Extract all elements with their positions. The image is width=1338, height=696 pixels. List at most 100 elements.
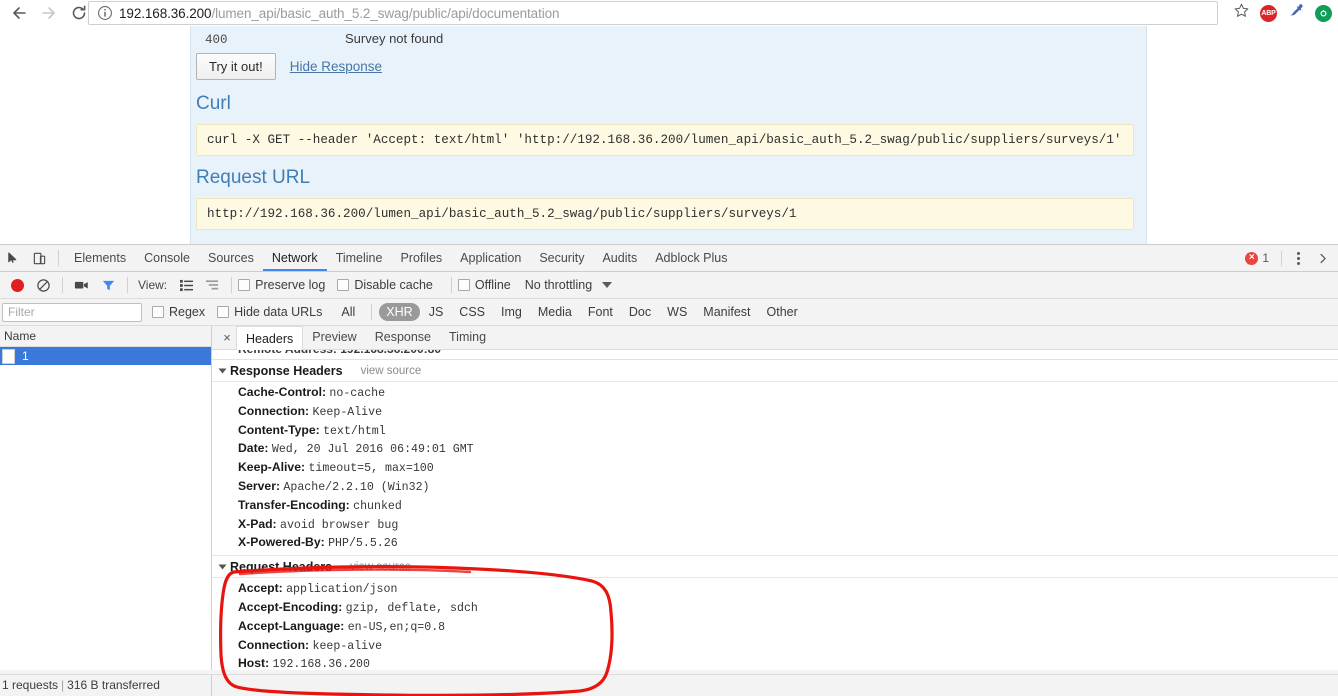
request-list-column-header[interactable]: Name	[0, 326, 211, 347]
tab-preview[interactable]: Preview	[303, 326, 365, 349]
filter-input[interactable]	[2, 302, 142, 322]
url-path: /lumen_api/basic_auth_5.2_swag/public/ap…	[211, 5, 560, 21]
offline-box	[457, 279, 470, 291]
back-button[interactable]	[4, 1, 34, 25]
response-headers-list: Cache-Control: no-cache Connection: Keep…	[212, 382, 1338, 555]
header-row: Cache-Control: no-cache	[212, 384, 1338, 403]
tab-timing[interactable]: Timing	[440, 326, 495, 349]
header-row: Accept-Language: en-US,en;q=0.8	[212, 618, 1338, 637]
type-filter-ws[interactable]: WS	[660, 303, 694, 321]
tab-sources[interactable]: Sources	[199, 245, 263, 271]
view-list-icon[interactable]	[173, 272, 199, 298]
type-filter-img[interactable]: Img	[494, 303, 529, 321]
inspect-element-icon[interactable]	[0, 245, 26, 271]
tab-application[interactable]: Application	[451, 245, 530, 271]
tab-audits[interactable]: Audits	[593, 245, 646, 271]
header-value: no-cache	[329, 387, 386, 400]
try-it-out-button[interactable]: Try it out!	[196, 53, 276, 80]
type-filter-all[interactable]: All	[334, 303, 362, 321]
type-filter-font[interactable]: Font	[581, 303, 620, 321]
header-row: Server: Apache/2.2.10 (Win32)	[212, 478, 1338, 497]
disable-cache-box	[337, 279, 350, 291]
forward-button[interactable]	[34, 1, 64, 25]
network-filter-bar: Regex Hide data URLs All XHR JS CSS Img …	[0, 299, 1338, 326]
clear-button[interactable]	[30, 272, 56, 298]
error-icon: ×	[1245, 251, 1259, 265]
header-name: Cache-Control:	[238, 385, 327, 399]
devtools-tabbar: Elements Console Sources Network Timelin…	[0, 245, 1338, 272]
offline-checkbox[interactable]: Offline	[457, 278, 511, 292]
request-headers-section-header[interactable]: Request Headers view source	[212, 555, 1338, 579]
tab-security[interactable]: Security	[530, 245, 593, 271]
view-waterfall-icon[interactable]	[199, 272, 225, 298]
header-name: X-Pad:	[238, 516, 277, 531]
type-filter-other[interactable]: Other	[760, 303, 805, 321]
header-value: Apache/2.2.10 (Win32)	[283, 480, 430, 494]
record-button[interactable]	[4, 272, 30, 298]
page-info-icon[interactable]	[97, 5, 113, 21]
header-value: gzip, deflate, sdch	[345, 601, 478, 615]
throttling-select[interactable]: No throttling	[525, 278, 592, 292]
response-headers-title: Response Headers	[230, 364, 343, 378]
header-name: Accept-Encoding:	[238, 599, 343, 614]
more-options-icon[interactable]	[1288, 251, 1308, 265]
try-it-out-row: Try it out! Hide Response	[196, 53, 382, 80]
error-count-badge[interactable]: × 1	[1239, 251, 1275, 265]
adblock-plus-icon[interactable]: ABP	[1260, 4, 1277, 22]
response-status-row: 400 Survey not found	[205, 31, 905, 47]
header-name: Accept:	[238, 581, 283, 596]
response-headers-section-header[interactable]: Response Headers view source	[212, 360, 1338, 382]
network-panes: Name 1 × Headers Preview Response Timing…	[0, 326, 1338, 670]
hide-response-link[interactable]: Hide Response	[290, 59, 382, 74]
header-name: Server:	[238, 478, 281, 493]
toggle-device-toolbar-icon[interactable]	[26, 245, 52, 271]
type-filter-doc[interactable]: Doc	[622, 303, 658, 321]
close-devtools-icon[interactable]	[1310, 245, 1336, 271]
tab-console[interactable]: Console	[135, 245, 199, 271]
tab-response[interactable]: Response	[366, 326, 440, 349]
clipped-general-line: Remote Address: 192.168.36.200:80	[212, 350, 1338, 360]
tab-network[interactable]: Network	[262, 245, 327, 271]
network-toolbar: View: Preserve log Disable cache Offline	[0, 272, 1338, 299]
tab-adblock-plus[interactable]: Adblock Plus	[646, 245, 736, 271]
header-name: Host:	[238, 656, 270, 670]
eyedropper-icon[interactable]	[1287, 2, 1305, 25]
bookmark-star-icon[interactable]	[1233, 2, 1250, 24]
capture-screenshots-icon[interactable]	[69, 272, 95, 298]
tab-headers[interactable]: Headers	[236, 326, 304, 350]
curl-command-box: curl -X GET --header 'Accept: text/html'…	[196, 124, 1134, 156]
chevron-down-icon[interactable]	[602, 282, 613, 288]
header-row: Accept: application/json	[212, 580, 1338, 599]
url-host: 192.168.36.200	[119, 5, 212, 21]
net-divider-1	[62, 277, 63, 293]
header-value: Keep-Alive	[312, 405, 383, 419]
type-filter-manifest[interactable]: Manifest	[696, 303, 757, 321]
header-name: Connection:	[238, 403, 310, 418]
header-name: Content-Type:	[238, 422, 320, 437]
hide-data-urls-checkbox[interactable]: Hide data URLs	[217, 305, 322, 319]
table-row[interactable]: 1	[0, 347, 211, 365]
header-name: X-Powered-By:	[238, 535, 325, 550]
regex-checkbox[interactable]: Regex	[152, 305, 205, 319]
preserve-log-checkbox[interactable]: Preserve log	[238, 278, 325, 292]
swagger-operation-panel: 400 Survey not found Try it out! Hide Re…	[190, 26, 1147, 244]
tab-elements[interactable]: Elements	[65, 245, 135, 271]
header-value: 192.168.36.200	[272, 658, 370, 670]
request-headers-list: Accept: application/json Accept-Encoding…	[212, 578, 1338, 670]
filter-toggle-icon[interactable]	[95, 272, 121, 298]
close-detail-icon[interactable]: ×	[218, 330, 236, 345]
page-viewport: 400 Survey not found Try it out! Hide Re…	[0, 26, 1338, 244]
type-filter-css[interactable]: CSS	[452, 303, 492, 321]
type-filter-media[interactable]: Media	[531, 303, 579, 321]
address-bar[interactable]: 192.168.36.200/lumen_api/basic_auth_5.2_…	[88, 1, 1218, 25]
preserve-log-box	[238, 279, 251, 291]
response-view-source-link[interactable]: view source	[361, 365, 422, 377]
tab-timeline[interactable]: Timeline	[327, 245, 392, 271]
type-filter-js[interactable]: JS	[422, 303, 451, 321]
request-view-source-link[interactable]: view source	[350, 561, 411, 573]
disable-cache-checkbox[interactable]: Disable cache	[337, 278, 433, 292]
extension-icon[interactable]	[1315, 4, 1332, 22]
tab-profiles[interactable]: Profiles	[391, 245, 451, 271]
request-url-heading: Request URL	[196, 167, 311, 188]
type-filter-xhr[interactable]: XHR	[379, 303, 420, 321]
